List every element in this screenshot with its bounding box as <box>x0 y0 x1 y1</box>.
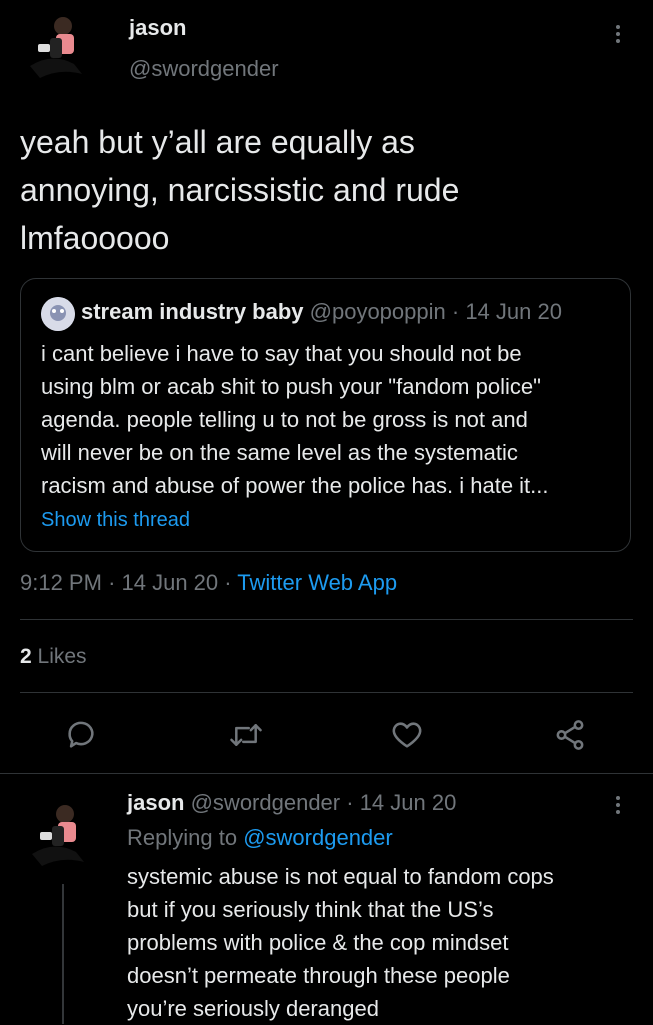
likes-stat[interactable]: 2 Likes <box>20 645 87 669</box>
reply-author-avatar[interactable] <box>24 796 102 874</box>
quote-text-line: agenda. people telling u to not be gross… <box>41 407 528 432</box>
quote-text: i cant believe i have to say that you sh… <box>41 337 549 502</box>
tweet-text-line: annoying, narcissistic and rude <box>20 172 460 208</box>
reply-text-line: doesn’t permeate through these people <box>127 963 510 988</box>
tweet-text-line: lmfaooooo <box>20 220 170 256</box>
quote-date: · 14 Jun 20 <box>451 299 562 324</box>
likes-count: 2 <box>20 645 32 668</box>
thread-line <box>62 884 64 1024</box>
tweet-text-line: yeah but y’all are equally as <box>20 124 415 160</box>
divider <box>0 773 653 774</box>
reply-more-options-icon[interactable] <box>616 793 622 817</box>
reply-icon[interactable] <box>64 718 98 752</box>
reply-text-line: but if you seriously think that the US’s <box>127 897 494 922</box>
replying-to-label: Replying to <box>127 825 238 850</box>
reply-text-line: problems with police & the cop mindset <box>127 930 509 955</box>
quote-text-line: using blm or acab shit to push your "fan… <box>41 374 541 399</box>
tweet-text: yeah but y’all are equally as annoying, … <box>20 118 459 262</box>
like-icon[interactable] <box>390 718 424 752</box>
quote-text-line: racism and abuse of power the police has… <box>41 473 549 498</box>
reply-author-handle[interactable]: @swordgender <box>191 790 341 815</box>
reply-text-line: systemic abuse is not equal to fandom co… <box>127 864 554 889</box>
reply-text-line: you’re seriously deranged <box>127 996 379 1021</box>
quote-author-avatar <box>41 297 75 331</box>
quote-author-name[interactable]: stream industry baby <box>81 299 304 324</box>
tweet-time[interactable]: 9:12 PM <box>20 570 102 595</box>
share-icon[interactable] <box>553 718 587 752</box>
reply-text: systemic abuse is not equal to fandom co… <box>127 860 554 1025</box>
quote-header: stream industry baby @poyopoppin · 14 Ju… <box>81 299 562 325</box>
author-handle[interactable]: @swordgender <box>129 56 279 82</box>
tweet-source[interactable]: Twitter Web App <box>237 570 397 595</box>
more-options-icon[interactable] <box>616 22 622 46</box>
quote-author-handle[interactable]: @poyopoppin <box>310 299 446 324</box>
retweet-icon[interactable] <box>228 718 264 752</box>
reply-header: jason @swordgender · 14 Jun 20 <box>127 790 456 816</box>
author-avatar[interactable] <box>22 8 100 86</box>
author-name[interactable]: jason <box>129 15 186 41</box>
divider <box>20 619 633 620</box>
divider <box>20 692 633 693</box>
reply-author-name[interactable]: jason <box>127 790 184 815</box>
tweet-date[interactable]: · 14 Jun 20 · <box>108 570 232 595</box>
show-thread-link[interactable]: Show this thread <box>41 509 190 532</box>
likes-label: Likes <box>37 645 87 668</box>
replying-to-handle[interactable]: @swordgender <box>243 825 393 850</box>
quote-text-line: i cant believe i have to say that you sh… <box>41 341 522 366</box>
quote-text-line: will never be on the same level as the s… <box>41 440 518 465</box>
tweet-meta: 9:12 PM · 14 Jun 20 · Twitter Web App <box>20 570 397 596</box>
replying-to: Replying to @swordgender <box>127 825 393 851</box>
quoted-tweet[interactable]: stream industry baby @poyopoppin · 14 Ju… <box>20 278 631 552</box>
reply-date[interactable]: · 14 Jun 20 <box>346 790 456 815</box>
